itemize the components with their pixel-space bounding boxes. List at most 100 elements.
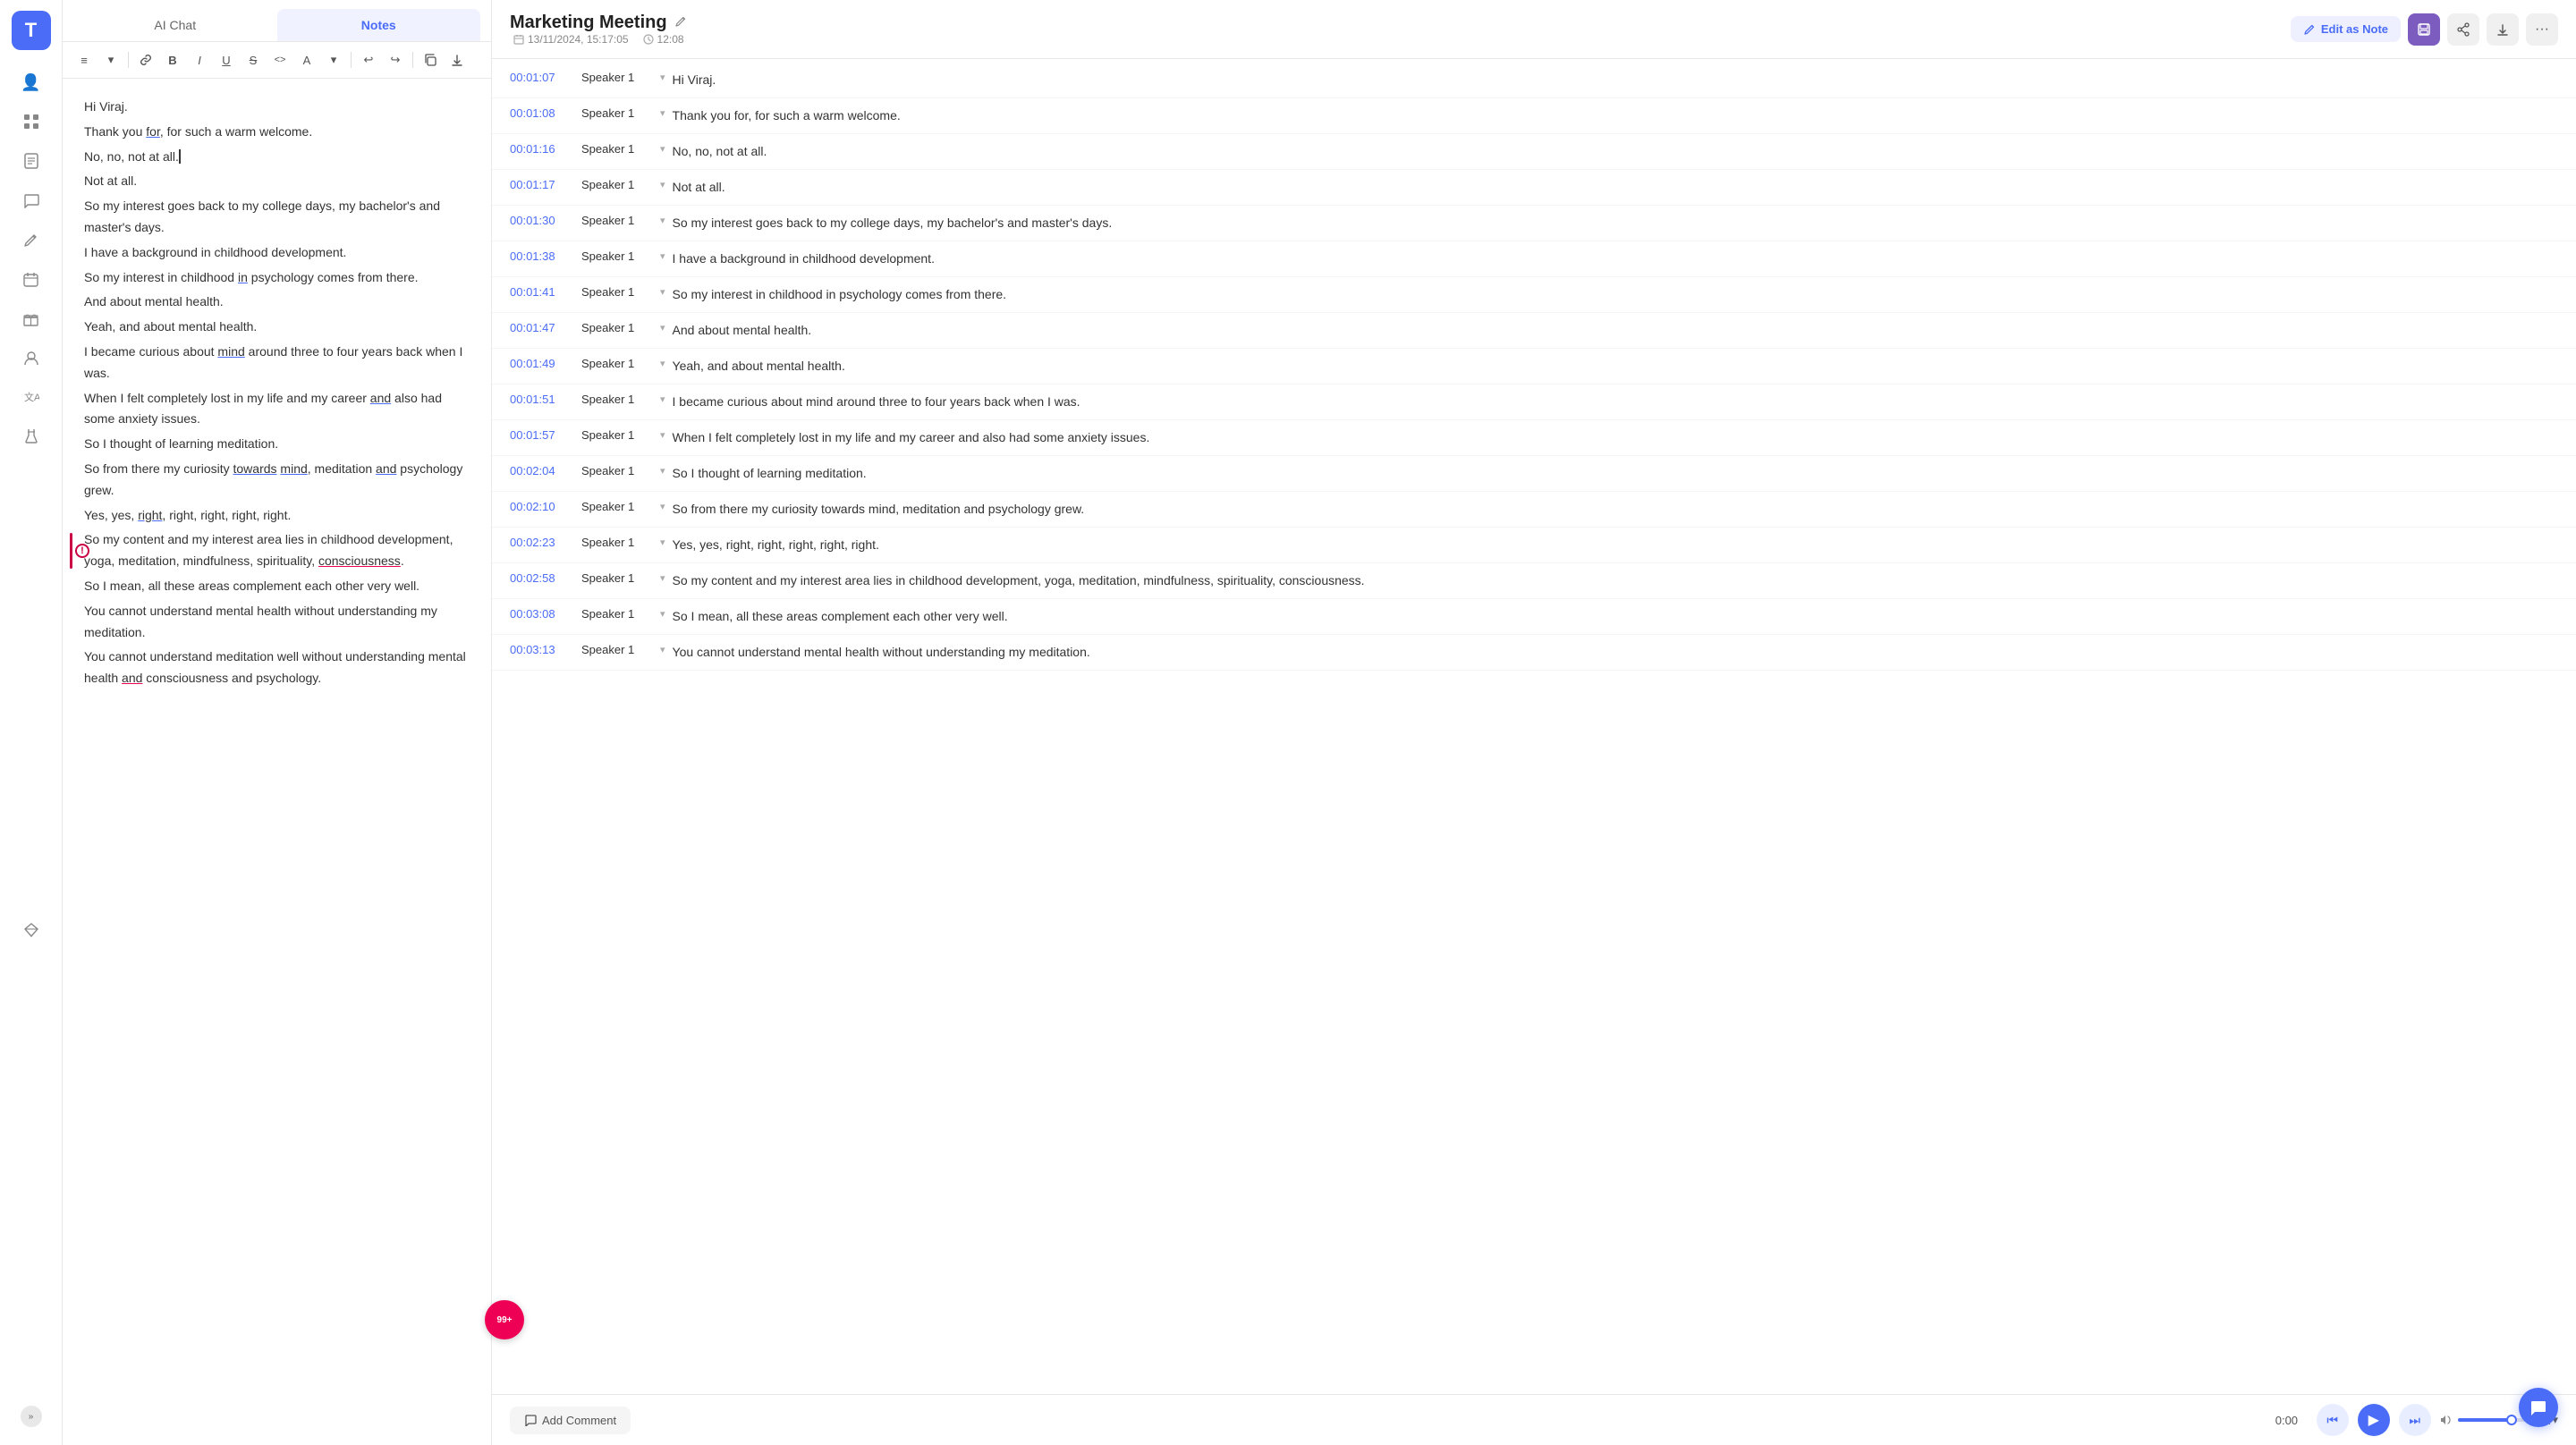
ts-time-15[interactable]: 00:02:58	[510, 571, 574, 585]
ts-speaker-9: Speaker 1	[581, 357, 653, 370]
ts-chevron-9[interactable]: ▾	[660, 358, 665, 369]
more-options-btn[interactable]: ···	[2526, 13, 2558, 46]
share-btn[interactable]	[2447, 13, 2479, 46]
word-mind2: mind	[280, 461, 307, 476]
ts-chevron-14[interactable]: ▾	[660, 537, 665, 548]
toolbar-align-dropdown-btn[interactable]: ▾	[98, 47, 123, 72]
ts-time-16[interactable]: 00:03:08	[510, 607, 574, 621]
ts-speaker-11: Speaker 1	[581, 428, 653, 442]
ts-time-4[interactable]: 00:01:17	[510, 178, 574, 191]
sidebar-item-document[interactable]	[13, 143, 49, 179]
ts-chevron-2[interactable]: ▾	[660, 107, 665, 119]
transcript-row-8: 00:01:47 Speaker 1 ▾ And about mental he…	[492, 313, 2576, 349]
text-cursor	[179, 149, 181, 164]
transcript-row-15: 00:02:58 Speaker 1 ▾ So my content and m…	[492, 563, 2576, 599]
toolbar-download-btn[interactable]	[445, 47, 470, 72]
ts-chevron-8[interactable]: ▾	[660, 322, 665, 334]
add-comment-btn[interactable]: Add Comment	[510, 1407, 631, 1434]
ts-chevron-1[interactable]: ▾	[660, 72, 665, 83]
meta-duration: 12:08	[643, 33, 684, 46]
toolbar-undo-btn[interactable]: ↩	[356, 47, 381, 72]
ts-time-3[interactable]: 00:01:16	[510, 142, 574, 156]
sidebar-item-translate[interactable]: 文A	[13, 379, 49, 415]
ts-time-1[interactable]: 00:01:07	[510, 71, 574, 84]
editor-line-14: Yes, yes, right, right, right, right, ri…	[84, 505, 470, 527]
ts-speaker-6: Speaker 1	[581, 249, 653, 263]
volume-slider-thumb[interactable]	[2506, 1415, 2517, 1425]
editor-line-15: So my content and my interest area lies …	[84, 529, 470, 572]
sidebar-item-calendar[interactable]	[13, 261, 49, 297]
ts-text-17: You cannot understand mental health with…	[673, 643, 2558, 662]
rewind-btn[interactable]: ⏮	[2317, 1404, 2349, 1436]
ts-time-6[interactable]: 00:01:38	[510, 249, 574, 263]
volume-slider-track[interactable]	[2458, 1418, 2529, 1422]
ts-chevron-5[interactable]: ▾	[660, 215, 665, 226]
ts-time-12[interactable]: 00:02:04	[510, 464, 574, 477]
ts-time-8[interactable]: 00:01:47	[510, 321, 574, 334]
sidebar-item-grid[interactable]	[13, 104, 49, 139]
fast-forward-btn[interactable]: ⏭	[2399, 1404, 2431, 1436]
ts-chevron-13[interactable]: ▾	[660, 501, 665, 512]
highlighted-block: ! So my content and my interest area lie…	[84, 529, 470, 572]
ts-chevron-12[interactable]: ▾	[660, 465, 665, 477]
ts-chevron-7[interactable]: ▾	[660, 286, 665, 298]
ts-chevron-6[interactable]: ▾	[660, 250, 665, 262]
ts-time-2[interactable]: 00:01:08	[510, 106, 574, 120]
ts-text-1: Hi Viraj.	[673, 71, 2558, 89]
sidebar-item-edit[interactable]	[13, 222, 49, 258]
notification-badge[interactable]: 99+	[485, 1300, 524, 1339]
ts-time-11[interactable]: 00:01:57	[510, 428, 574, 442]
ts-chevron-10[interactable]: ▾	[660, 393, 665, 405]
meeting-title-edit-icon[interactable]	[674, 15, 687, 30]
tab-notes[interactable]: Notes	[277, 9, 481, 41]
ts-chevron-17[interactable]: ▾	[660, 644, 665, 655]
ts-time-13[interactable]: 00:02:10	[510, 500, 574, 513]
save-btn[interactable]	[2408, 13, 2440, 46]
app-logo[interactable]: T	[12, 11, 51, 50]
toolbar-strikethrough-btn[interactable]: S	[241, 47, 266, 72]
transcript-row-13: 00:02:10 Speaker 1 ▾ So from there my cu…	[492, 492, 2576, 528]
download-btn[interactable]	[2487, 13, 2519, 46]
play-pause-btn[interactable]: ▶	[2358, 1404, 2390, 1436]
ts-speaker-10: Speaker 1	[581, 393, 653, 406]
ts-text-16: So I mean, all these areas complement ea…	[673, 607, 2558, 626]
toolbar-link-btn[interactable]	[133, 47, 158, 72]
sidebar-item-lab[interactable]	[13, 418, 49, 454]
toolbar-align-btn[interactable]: ≡	[72, 47, 97, 72]
toolbar-code-btn[interactable]: <>	[267, 47, 292, 72]
editor-line-13: So from there my curiosity towards mind,…	[84, 459, 470, 502]
ts-time-14[interactable]: 00:02:23	[510, 536, 574, 549]
sidebar-item-diamond[interactable]	[13, 912, 49, 948]
chat-support-btn[interactable]	[2519, 1388, 2558, 1427]
ts-time-5[interactable]: 00:01:30	[510, 214, 574, 227]
toolbar-italic-btn[interactable]: I	[187, 47, 212, 72]
ts-time-7[interactable]: 00:01:41	[510, 285, 574, 299]
ts-time-17[interactable]: 00:03:13	[510, 643, 574, 656]
editor-area[interactable]: Hi Viraj. Thank you for, for such a warm…	[63, 79, 491, 1445]
ts-speaker-13: Speaker 1	[581, 500, 653, 513]
ts-chevron-11[interactable]: ▾	[660, 429, 665, 441]
ts-time-9[interactable]: 00:01:49	[510, 357, 574, 370]
toolbar-underline-btn[interactable]: U	[214, 47, 239, 72]
sidebar-item-chat[interactable]	[13, 182, 49, 218]
meta-info: 13/11/2024, 15:17:05 12:08	[513, 33, 687, 46]
ts-chevron-16[interactable]: ▾	[660, 608, 665, 620]
edit-as-note-btn[interactable]: Edit as Note	[2291, 16, 2401, 42]
toolbar-font-color-btn[interactable]: A	[294, 47, 319, 72]
ts-chevron-3[interactable]: ▾	[660, 143, 665, 155]
sidebar-item-user[interactable]	[13, 340, 49, 376]
warning-icon: !	[75, 544, 89, 558]
header-left: Marketing Meeting 13/11/2024, 15:17:05 1…	[510, 13, 687, 46]
sidebar-item-gift[interactable]	[13, 300, 49, 336]
toolbar-redo-btn[interactable]: ↪	[383, 47, 408, 72]
toolbar-copy-btn[interactable]	[418, 47, 443, 72]
sidebar-collapse-btn[interactable]: »	[21, 1406, 42, 1427]
ts-chevron-15[interactable]: ▾	[660, 572, 665, 584]
tab-ai-chat[interactable]: AI Chat	[73, 9, 277, 41]
sidebar-item-profile[interactable]: 👤	[13, 64, 49, 100]
toolbar-font-color-dropdown-btn[interactable]: ▾	[321, 47, 346, 72]
ts-time-10[interactable]: 00:01:51	[510, 393, 574, 406]
word-towards: towards	[233, 461, 277, 476]
toolbar-bold-btn[interactable]: B	[160, 47, 185, 72]
ts-chevron-4[interactable]: ▾	[660, 179, 665, 190]
